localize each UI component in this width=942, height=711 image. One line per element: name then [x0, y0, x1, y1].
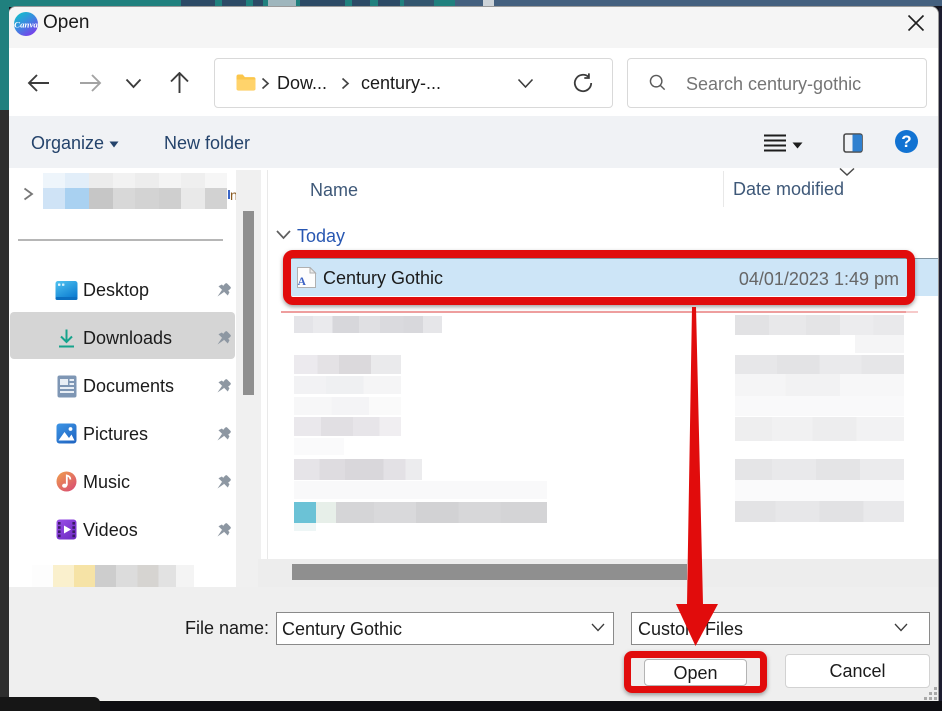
svg-text:Canva: Canva: [14, 20, 38, 30]
